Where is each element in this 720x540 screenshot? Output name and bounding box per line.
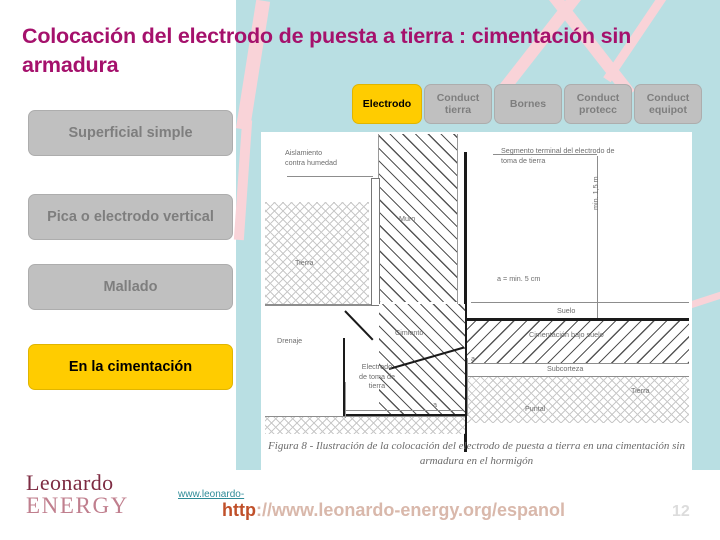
diagram-footing-slope bbox=[344, 310, 374, 341]
diagram-label-min-altura: min. 1,5 m bbox=[591, 176, 600, 210]
logo-word-leonardo: Leonardo bbox=[26, 470, 114, 495]
nav-item-en-la-cimentacion-label: En la cimentación bbox=[68, 358, 193, 375]
diagram-label-a-bottom: a bbox=[433, 400, 437, 409]
diagram-ground-line-bottom bbox=[265, 416, 465, 417]
diagram-cimentacion-bajo-suelo-hatch bbox=[467, 321, 689, 363]
diagram-earth-hatch-right bbox=[467, 377, 689, 423]
diagram-earth-hatch-left bbox=[265, 202, 369, 304]
diagram-dim-a-left-tick bbox=[345, 382, 346, 418]
diagram-wall-edge-right bbox=[457, 134, 458, 304]
tab-electrodo[interactable]: Electrodo bbox=[352, 84, 426, 128]
tab-conduct-protecc[interactable]: Conduct protecc bbox=[564, 84, 636, 128]
diagram-label-drenaje: Drenaje bbox=[277, 336, 303, 345]
diagram-label-aislamiento: Aislamiento contra humedad bbox=[285, 148, 337, 167]
diagram-label-cimentacion-bajo-suelo: Cimentación bajo suelo bbox=[529, 330, 604, 339]
diagram-label-suelo: Suelo bbox=[557, 306, 576, 315]
footer-url-prefix: http bbox=[222, 500, 256, 520]
nav-item-superficial-simple[interactable]: Superficial simple bbox=[28, 110, 237, 160]
diagram-label-electrodo-toma-tierra: Electrodo de toma de tierra bbox=[359, 362, 395, 391]
nav-item-mallado-label: Mallado bbox=[103, 278, 158, 295]
tab-conduct-equipot[interactable]: Conduct equipot bbox=[634, 84, 706, 128]
tab-conduct-tierra-label: Conduct tierra bbox=[436, 91, 480, 116]
diagram-label-subcorteza: Subcorteza bbox=[547, 364, 584, 373]
diagram-suelo-top-line bbox=[471, 302, 689, 303]
nav-item-pica-electrodo-vertical-label: Pica o electrodo vertical bbox=[47, 208, 214, 225]
nav-item-en-la-cimentacion[interactable]: En la cimentación bbox=[28, 344, 237, 394]
diagram-leader-aislamiento bbox=[287, 176, 373, 177]
footer-url-small[interactable]: www.leonardo- bbox=[178, 489, 244, 500]
leonardo-energy-logo: Leonardo ENERGY bbox=[26, 470, 129, 518]
tab-bornes-label: Bornes bbox=[509, 97, 547, 110]
diagram-label-a-min-5cm: a = min. 5 cm bbox=[497, 274, 541, 283]
diagram-label-tierra-right: Tierra bbox=[631, 386, 650, 395]
nav-item-pica-electrodo-vertical[interactable]: Pica o electrodo vertical bbox=[28, 194, 237, 244]
slide-root: Colocación del electrodo de puesta a tie… bbox=[0, 0, 720, 540]
nav-item-mallado[interactable]: Mallado bbox=[28, 264, 237, 314]
diagram-label-muro: Muro bbox=[399, 214, 416, 223]
page-number: 12 bbox=[672, 503, 690, 520]
footer-url-large[interactable]: http://www.leonardo-energy.org/espanol bbox=[222, 500, 565, 521]
footer-url-rest: ://www.leonardo-energy.org/espanol bbox=[255, 500, 566, 520]
diagram-label-segmento-terminal: Segmento terminal del electrodo de toma … bbox=[501, 146, 615, 165]
diagram-label-a-right: a bbox=[471, 354, 475, 363]
diagram-label-cimiento: Cimiento bbox=[395, 328, 424, 337]
diagram-wall-hatch bbox=[379, 134, 457, 302]
tab-conduct-protecc-label: Conduct protecc bbox=[576, 91, 620, 116]
diagram-moisture-insulation bbox=[371, 178, 380, 306]
nav-item-superficial-simple-label: Superficial simple bbox=[68, 124, 193, 141]
tab-electrodo-label: Electrodo bbox=[362, 97, 412, 110]
tab-conduct-tierra[interactable]: Conduct tierra bbox=[424, 84, 496, 128]
diagram-earth-hatch-bottom bbox=[265, 416, 465, 434]
logo-word-energy: ENERGY bbox=[26, 493, 129, 518]
technical-diagram: Aislamiento contra humedad Muro Tierra m… bbox=[261, 132, 692, 470]
diagram-dim-a-bottom bbox=[345, 410, 463, 411]
diagram-ground-line-left bbox=[265, 304, 377, 306]
tab-bornes[interactable]: Bornes bbox=[494, 84, 566, 128]
tab-conduct-equipot-label: Conduct equipot bbox=[646, 91, 690, 116]
diagram-label-tierra-left: Tierra bbox=[295, 258, 314, 267]
diagram-label-puntal: Puntal bbox=[525, 404, 546, 413]
diagram-caption: Figura 8 - Ilustración de la colocación … bbox=[268, 440, 685, 467]
background-teal-left-strip bbox=[236, 96, 262, 470]
diagram-dim-a-right-tick bbox=[467, 358, 468, 416]
page-title: Colocación del electrodo de puesta a tie… bbox=[22, 24, 632, 78]
